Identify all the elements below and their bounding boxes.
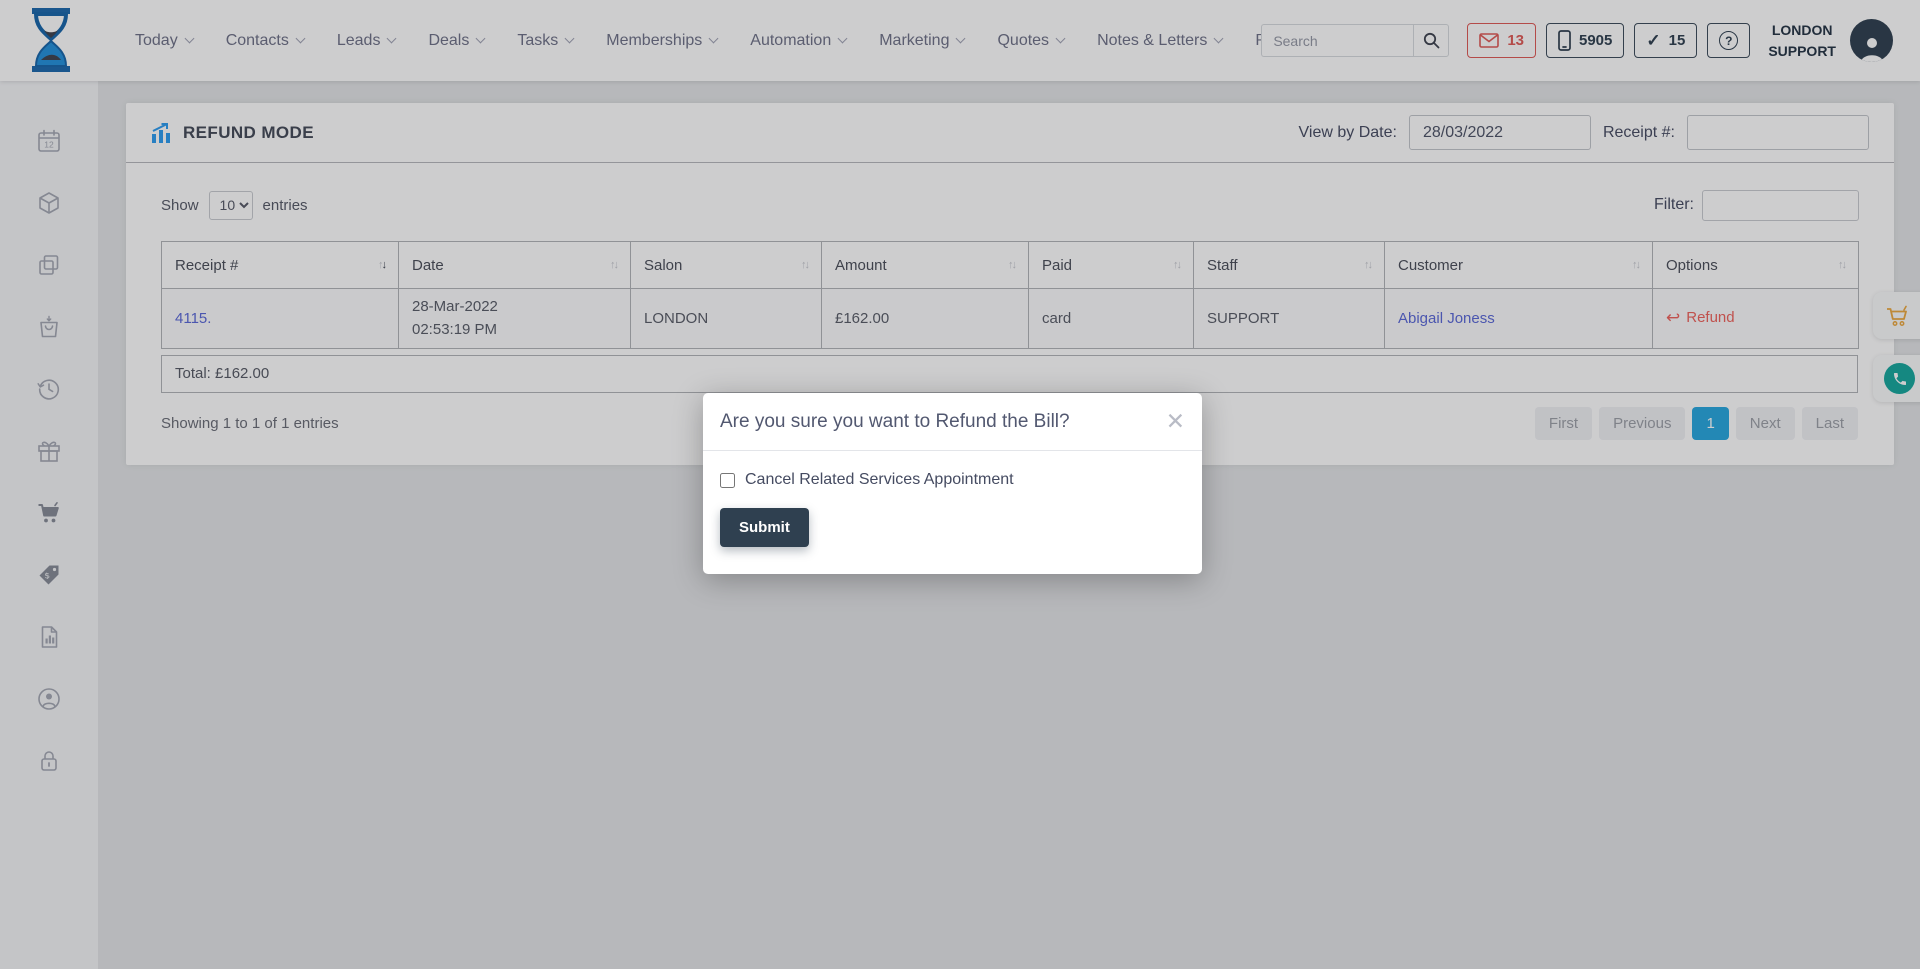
cancel-services-row: Cancel Related Services Appointment	[720, 471, 1185, 489]
close-icon[interactable]: ✕	[1166, 410, 1185, 433]
modal-title: Are you sure you want to Refund the Bill…	[720, 411, 1070, 433]
submit-button[interactable]: Submit	[720, 508, 809, 547]
modal-body: Cancel Related Services Appointment Subm…	[703, 451, 1202, 547]
cancel-related-services-checkbox[interactable]	[720, 473, 735, 488]
modal-header: Are you sure you want to Refund the Bill…	[703, 393, 1202, 451]
refund-confirm-modal: Are you sure you want to Refund the Bill…	[703, 393, 1202, 574]
cancel-related-services-label: Cancel Related Services Appointment	[745, 471, 1014, 489]
screen: Today Contacts Leads Deals Tasks Members…	[0, 0, 1920, 969]
